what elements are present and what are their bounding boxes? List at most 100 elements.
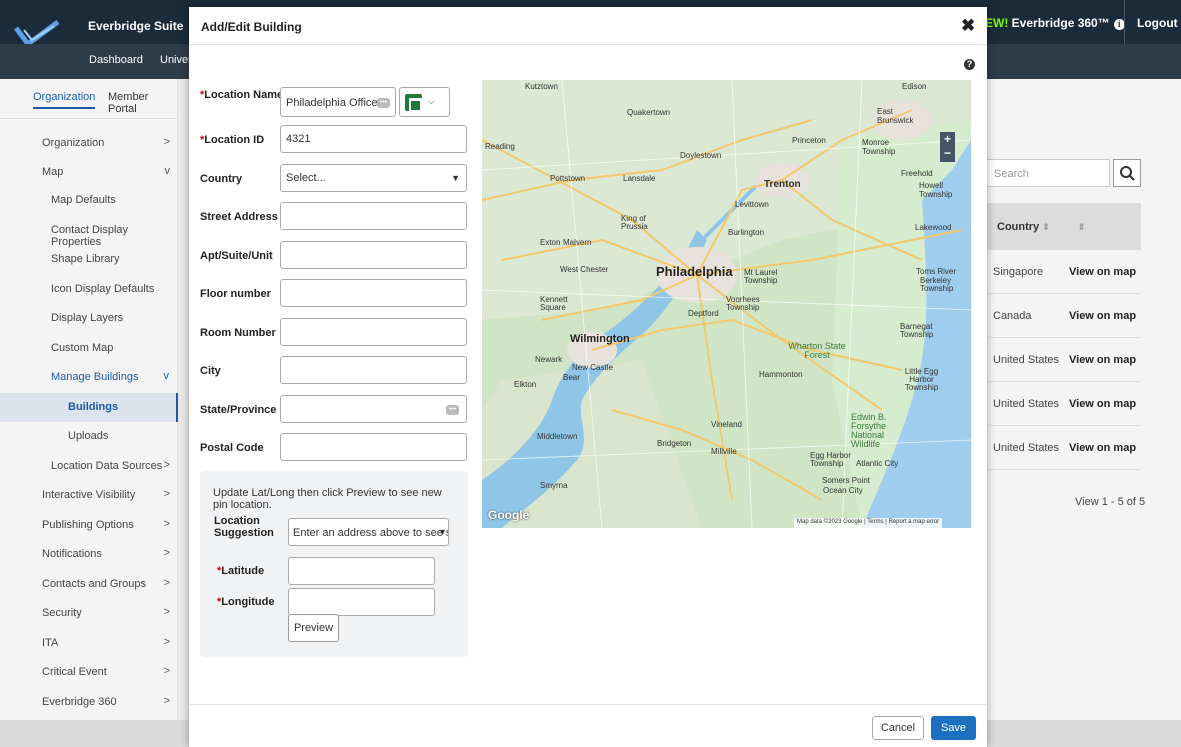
floor-number-input[interactable] — [280, 279, 467, 307]
tab-member-portal[interactable]: Member Portal — [108, 91, 177, 115]
map-label: Millville — [711, 447, 737, 456]
table-row: United States View on map — [985, 426, 1141, 470]
location-map[interactable]: Kutztown Edison Quakertown East Brunswic… — [482, 80, 971, 528]
city-label: City — [200, 365, 221, 377]
chevron-right-icon: > — [163, 136, 170, 148]
map-label: Voorhees Township — [726, 295, 760, 312]
sidebar-item-uploads[interactable]: Uploads — [0, 422, 178, 451]
map-label: East Brunswick — [877, 107, 914, 125]
nav-universe[interactable]: Univer — [160, 54, 192, 66]
help-icon[interactable]: ? — [964, 59, 975, 70]
table-row: United States View on map — [985, 382, 1141, 426]
location-name-input[interactable]: Philadelphia Office ••• — [280, 87, 396, 117]
more-icon[interactable]: ••• — [446, 405, 459, 415]
sidebar-item-label: Shape Library — [51, 253, 120, 265]
table-row: United States View on map — [985, 338, 1141, 382]
sidebar-item-map-defaults[interactable]: Map Defaults — [0, 186, 178, 215]
map-label: Wilmington — [570, 333, 630, 345]
sidebar-item-shape-library[interactable]: Shape Library — [0, 245, 178, 274]
zoom-in-icon[interactable]: + — [944, 132, 951, 146]
sidebar-item-display-layers[interactable]: Display Layers — [0, 304, 178, 333]
location-suggestion-select[interactable]: Enter an address above to see suggestion… — [288, 518, 449, 546]
postal-code-input[interactable] — [280, 433, 467, 461]
more-icon[interactable]: ••• — [377, 98, 390, 108]
google-logo: Google — [488, 508, 530, 522]
add-edit-building-modal: Add/Edit Building ✖ ? *Location Name Phi… — [189, 7, 987, 747]
sidebar-item-organization[interactable]: Organization > — [0, 129, 178, 158]
sidebar-item-icon-display[interactable]: Icon Display Defaults — [0, 275, 178, 304]
sort-icon[interactable]: ⇕ — [1078, 222, 1086, 232]
chevron-down-icon: ▼ — [438, 527, 447, 537]
save-button[interactable]: Save — [931, 716, 976, 740]
view-on-map-link[interactable]: View on map — [1069, 442, 1136, 454]
map-label: Mt Laurel Township — [744, 268, 778, 285]
view-on-map-link[interactable]: View on map — [1069, 354, 1136, 366]
apt-suite-unit-label: Apt/Suite/Unit — [200, 250, 273, 262]
sidebar-item-contact-display[interactable]: Contact Display Properties — [0, 216, 178, 248]
location-suggestion-label: Location Suggestion — [214, 515, 274, 539]
map-label: Edwin B. Forsythe National Wildlife — [851, 412, 887, 449]
nav-dashboard[interactable]: Dashboard — [89, 54, 143, 66]
room-number-input[interactable] — [280, 318, 467, 346]
map-label: Doylestown — [680, 151, 722, 160]
chevron-right-icon: > — [163, 695, 170, 707]
cancel-button[interactable]: Cancel — [872, 716, 924, 740]
latitude-input[interactable] — [288, 557, 435, 585]
view-on-map-link[interactable]: View on map — [1069, 266, 1136, 278]
zoom-out-icon[interactable]: − — [944, 146, 951, 160]
close-icon[interactable]: ✖ — [961, 16, 975, 36]
location-name-value: Philadelphia Office — [286, 97, 378, 109]
everbridge-360-link[interactable]: EW! Everbridge 360™ i — [985, 16, 1125, 30]
table-row: Singapore View on map — [985, 250, 1141, 294]
sidebar-item-map[interactable]: Map v — [0, 158, 178, 187]
sidebar-item-label: ITA — [42, 637, 59, 649]
sidebar-item-custom-map[interactable]: Custom Map — [0, 334, 178, 363]
logout-link[interactable]: Logout — [1137, 16, 1178, 30]
sidebar-item-label: Location Data Sources — [51, 460, 163, 472]
sidebar-item-security[interactable]: Security > — [0, 599, 178, 628]
pagination-info: View 1 - 5 of 5 — [1075, 496, 1146, 508]
sidebar-item-interactive-visibility[interactable]: Interactive Visibility > — [0, 481, 178, 510]
search-input[interactable]: Search — [985, 159, 1110, 187]
sidebar-tabs: Organization Member Portal — [0, 79, 177, 119]
location-id-input[interactable]: 4321 — [280, 125, 467, 153]
country-select[interactable]: Select... ▼ — [280, 164, 467, 192]
chevron-right-icon: > — [163, 459, 170, 471]
map-label: Ocean City — [823, 486, 863, 495]
view-on-map-link[interactable]: View on map — [1069, 398, 1136, 410]
view-on-map-link[interactable]: View on map — [1069, 310, 1136, 322]
sidebar-item-ita[interactable]: ITA > — [0, 629, 178, 658]
column-header-country[interactable]: Country ⇕ ⇕ — [997, 221, 1085, 233]
sidebar-item-publishing-options[interactable]: Publishing Options > — [0, 511, 178, 540]
street-address-input[interactable] — [280, 202, 467, 230]
tab-organization[interactable]: Organization — [33, 91, 96, 109]
map-attribution[interactable]: Map data ©2023 Google | Terms | Report a… — [794, 518, 943, 528]
lat-long-hint: Update Lat/Long then click Preview to se… — [213, 487, 442, 511]
map-label: Smyrna — [540, 481, 568, 490]
longitude-input[interactable] — [288, 588, 435, 616]
map-zoom-controls[interactable]: + − — [940, 132, 955, 162]
sidebar-item-notifications[interactable]: Notifications > — [0, 540, 178, 569]
sidebar-item-buildings[interactable]: Buildings — [0, 393, 178, 422]
chevron-right-icon: > — [163, 665, 170, 677]
preview-button[interactable]: Preview — [288, 614, 339, 642]
spreadsheet-dropdown-button[interactable]: ⌵ — [399, 87, 450, 117]
city-input[interactable] — [280, 356, 467, 384]
map-label: Little Egg Harbor Township — [904, 367, 939, 392]
sidebar-item-contacts-groups[interactable]: Contacts and Groups > — [0, 570, 178, 599]
sidebar-item-manage-buildings[interactable]: Manage Buildings v — [0, 363, 178, 392]
state-province-input[interactable]: ••• — [280, 395, 467, 423]
street-address-label: Street Address — [200, 211, 278, 223]
map-label: Deptford — [688, 309, 719, 318]
sidebar-item-critical-event[interactable]: Critical Event > — [0, 658, 178, 687]
table-row: Canada View on map — [985, 294, 1141, 338]
modal-footer: Cancel Save — [189, 704, 987, 747]
chevron-down-icon: ⌵ — [428, 96, 435, 106]
apt-suite-unit-input[interactable] — [280, 241, 467, 269]
search-button[interactable] — [1113, 159, 1141, 187]
map-label: Edison — [902, 82, 927, 91]
sidebar-item-everbridge-360[interactable]: Everbridge 360 > — [0, 688, 178, 717]
sidebar-item-location-data-sources[interactable]: Location Data Sources > — [0, 452, 178, 481]
floor-number-label: Floor number — [200, 288, 271, 300]
sidebar-item-label: Manage Buildings — [51, 371, 139, 383]
